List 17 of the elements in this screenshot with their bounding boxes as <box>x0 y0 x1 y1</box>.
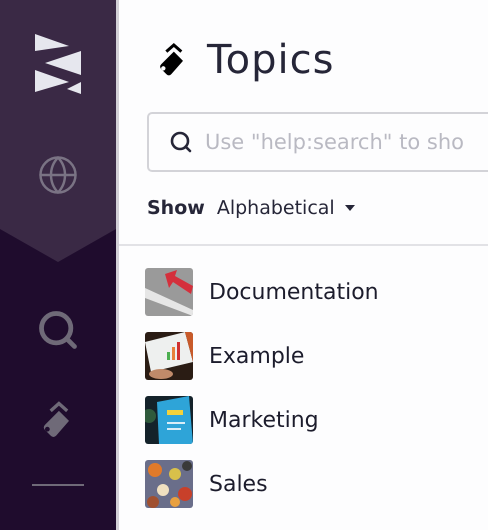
sort-dropdown[interactable]: Alphabetical <box>216 197 355 219</box>
topic-name: Documentation <box>209 280 379 304</box>
globe-icon[interactable] <box>37 154 79 196</box>
topic-name: Sales <box>209 472 268 496</box>
caret-icon <box>344 205 355 211</box>
topic-item[interactable]: Marketing <box>145 396 488 444</box>
search-field[interactable]: Use "help:search" to sho <box>147 112 488 172</box>
topic-item[interactable]: Documentation <box>145 268 488 316</box>
page-title: Topics <box>207 37 334 83</box>
topic-item[interactable]: Example <box>145 332 488 380</box>
search-icon[interactable] <box>36 308 80 352</box>
topic-item[interactable]: Sales <box>145 460 488 508</box>
search-icon <box>169 130 193 154</box>
topic-name: Example <box>209 344 304 368</box>
show-label: Show <box>147 197 205 219</box>
topic-name: Marketing <box>209 408 319 432</box>
logo-icon[interactable] <box>35 34 81 94</box>
